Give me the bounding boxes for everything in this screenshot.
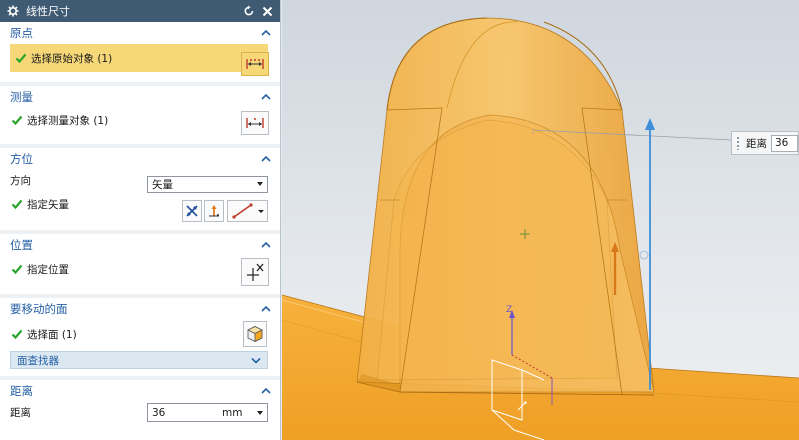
distance-field-label: 距离: [10, 406, 31, 419]
section-measure-header[interactable]: 测量: [0, 86, 280, 107]
check-icon: [14, 52, 27, 65]
viewport-scene: Z: [282, 0, 799, 440]
graphics-viewport[interactable]: Z: [282, 0, 799, 440]
distance-unit: mm: [222, 406, 243, 419]
select-origin-object-label: 选择原始对象 (1): [31, 52, 113, 65]
section-position-label: 位置: [10, 237, 33, 252]
section-faces-header[interactable]: 要移动的面: [0, 298, 280, 319]
chevron-down-icon: [257, 411, 263, 415]
linear-dimension-dialog: 线性尺寸 原点 选择原始对象 (1) 测量 选择测量对象 (1) 方位 方向 矢…: [0, 0, 281, 440]
section-origin-header[interactable]: 原点: [0, 22, 280, 43]
section-orientation-header[interactable]: 方位: [0, 148, 280, 169]
section-faces-to-move: 要移动的面 选择面 (1) 面查找器: [0, 298, 280, 380]
section-position: 位置 指定位置: [0, 234, 280, 298]
chevron-up-icon[interactable]: [260, 92, 272, 102]
check-icon: [10, 328, 23, 341]
face-select-icon[interactable]: [243, 321, 267, 347]
reset-icon[interactable]: [242, 4, 256, 18]
section-position-header[interactable]: 位置: [0, 234, 280, 255]
check-icon: [10, 263, 23, 276]
chevron-down-icon: [257, 182, 263, 186]
check-icon: [10, 198, 23, 211]
distance-input[interactable]: 36 mm: [147, 403, 268, 422]
section-distance-header[interactable]: 距离: [0, 380, 280, 401]
section-measure-label: 测量: [10, 89, 33, 104]
direction-label: 方向: [10, 174, 31, 187]
distance-input-value: 36: [152, 406, 166, 419]
section-measure: 测量 选择测量对象 (1): [0, 86, 280, 148]
select-measure-object-row[interactable]: 选择测量对象 (1): [0, 107, 280, 133]
specify-position-row[interactable]: 指定位置: [0, 255, 280, 283]
select-origin-object-row[interactable]: 选择原始对象 (1): [10, 44, 268, 72]
onscreen-distance-input[interactable]: 距离 36: [731, 131, 799, 155]
specify-position-label: 指定位置: [27, 263, 69, 276]
dialog-titlebar: 线性尺寸: [0, 0, 280, 22]
chevron-up-icon[interactable]: [260, 240, 272, 250]
onscreen-distance-value[interactable]: 36: [771, 134, 798, 152]
section-orientation-label: 方位: [10, 151, 33, 166]
section-faces-label: 要移动的面: [10, 301, 68, 316]
reverse-direction-icon[interactable]: [182, 200, 202, 222]
axis-z-label: Z: [506, 305, 512, 315]
drag-grip-icon[interactable]: [736, 136, 740, 150]
select-face-label: 选择面 (1): [27, 328, 77, 341]
measure-dimension-icon[interactable]: [241, 111, 269, 135]
chevron-up-icon[interactable]: [260, 386, 272, 396]
check-icon: [10, 114, 23, 127]
point-constructor-icon[interactable]: [241, 258, 269, 286]
select-face-row[interactable]: 选择面 (1): [0, 319, 280, 349]
chevron-up-icon[interactable]: [260, 304, 272, 314]
gear-icon[interactable]: [6, 4, 20, 18]
specify-vector-label: 指定矢量: [27, 198, 69, 211]
section-orientation: 方位 方向 矢量 指定矢量: [0, 148, 280, 234]
vector-constructor-icon[interactable]: [204, 200, 224, 222]
chevron-up-icon[interactable]: [260, 154, 272, 164]
close-icon[interactable]: [260, 4, 274, 18]
face-finder-bar[interactable]: 面查找器: [10, 351, 268, 369]
vector-type-dropdown[interactable]: [227, 200, 268, 222]
dialog-title: 线性尺寸: [26, 5, 70, 18]
section-origin-label: 原点: [10, 25, 33, 40]
onscreen-distance-label: 距离: [746, 137, 767, 150]
direction-select-value: 矢量: [152, 179, 173, 191]
chevron-down-icon[interactable]: [251, 354, 261, 367]
face-finder-label: 面查找器: [17, 354, 59, 367]
chevron-up-icon[interactable]: [260, 28, 272, 38]
origin-dimension-icon[interactable]: [241, 52, 269, 76]
section-origin: 原点 选择原始对象 (1): [0, 22, 280, 86]
section-distance-label: 距离: [10, 383, 33, 398]
section-distance: 距离 距离 36 mm: [0, 380, 280, 436]
select-measure-object-label: 选择测量对象 (1): [27, 114, 109, 127]
